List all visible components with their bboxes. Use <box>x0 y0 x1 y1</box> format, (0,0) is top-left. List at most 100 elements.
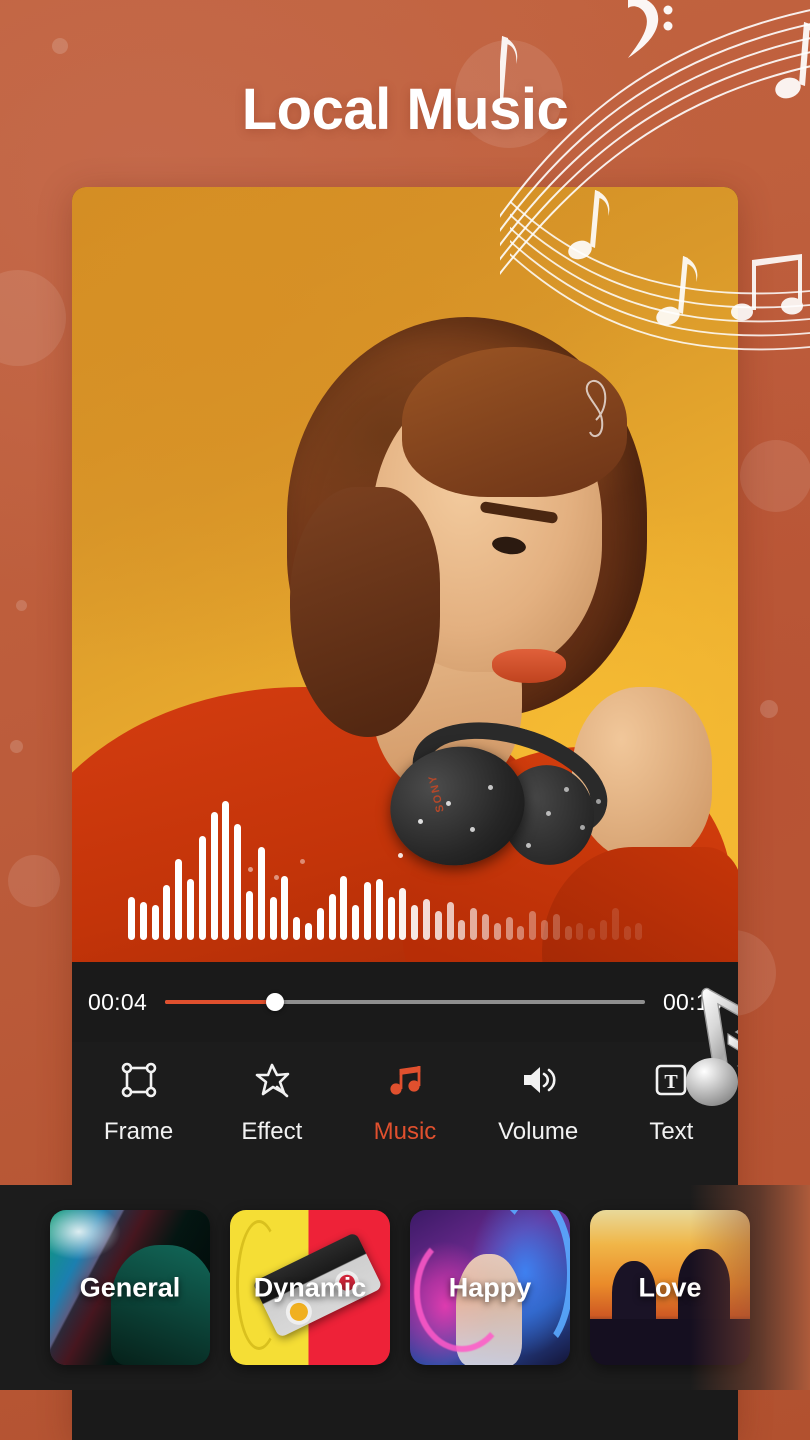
waveform-bar <box>529 911 537 940</box>
waveform-bar <box>210 812 218 940</box>
waveform-bar <box>364 882 371 940</box>
waveform-bar <box>564 925 572 940</box>
waveform-sparkle-dot <box>470 827 475 832</box>
bokeh-circle-icon <box>0 270 66 366</box>
waveform-sparkle-dot <box>398 853 403 858</box>
waveform-sparkle-dot <box>580 825 585 830</box>
waveform-sparkle-dot <box>546 811 551 816</box>
waveform-bar <box>552 913 560 940</box>
bokeh-circle-icon <box>8 855 60 907</box>
waveform-sparkle-dot <box>248 867 253 872</box>
waveform-bar <box>446 902 454 940</box>
tool-volume-label: Volume <box>498 1118 579 1145</box>
waveform-bar <box>611 908 619 940</box>
app-bottom-filler <box>72 1390 738 1440</box>
tool-frame[interactable]: Frame <box>80 1060 198 1146</box>
category-card-happy[interactable]: Happy <box>410 1210 570 1365</box>
player-progress-bar: 00:04 00:18 <box>72 962 738 1042</box>
waveform-sparkle-dot <box>274 875 279 880</box>
tool-effect-label: Effect <box>241 1118 303 1145</box>
waveform-bar <box>139 902 147 940</box>
category-card-dynamic[interactable]: Dynamic <box>230 1210 390 1365</box>
waveform-sparkle-dot <box>596 799 601 804</box>
waveform-sparkle-dot <box>418 819 423 824</box>
waveform-bar <box>600 919 607 940</box>
waveform-bar <box>623 925 631 940</box>
waveform-bar <box>375 879 383 940</box>
bokeh-circle-icon <box>760 700 778 718</box>
waveform-bar <box>470 908 478 940</box>
audio-waveform-visualizer <box>128 780 648 940</box>
waveform-bar <box>269 896 277 940</box>
editor-toolbar: Frame Effect Music Volume T Text <box>72 1042 738 1187</box>
magic-wand-icon <box>253 1060 291 1100</box>
frame-icon <box>120 1060 158 1100</box>
category-label: Love <box>638 1272 702 1302</box>
tool-volume[interactable]: Volume <box>479 1060 597 1146</box>
seek-slider[interactable] <box>165 991 645 1013</box>
waveform-sparkle-dot <box>564 787 569 792</box>
waveform-bar <box>352 905 360 940</box>
waveform-bar <box>246 890 253 940</box>
tool-effect[interactable]: Effect <box>213 1060 331 1146</box>
waveform-bar <box>482 913 489 940</box>
category-card-general[interactable]: General <box>50 1210 210 1365</box>
waveform-sparkle-dot <box>488 785 493 790</box>
waveform-bar <box>434 911 442 940</box>
waveform-bar <box>458 919 466 940</box>
current-time-label: 00:04 <box>88 988 148 1015</box>
waveform-bar <box>198 835 206 940</box>
waveform-bar <box>505 916 513 940</box>
waveform-bar <box>175 858 183 940</box>
waveform-bar <box>257 847 265 940</box>
music-category-carousel[interactable]: General Dynamic Happy Love <box>0 1185 810 1390</box>
bokeh-circle-icon <box>52 38 68 54</box>
bokeh-circle-icon <box>16 600 27 611</box>
waveform-bar <box>576 922 584 940</box>
waveform-bar <box>635 922 643 940</box>
video-preview[interactable]: SONY <box>72 187 738 962</box>
slider-thumb-icon[interactable] <box>266 993 285 1011</box>
waveform-bar <box>493 922 501 940</box>
preview-hair-side <box>290 487 440 737</box>
waveform-sparkle-dot <box>446 801 451 806</box>
waveform-bar <box>316 908 324 940</box>
waveform-bar <box>305 922 312 940</box>
waveform-bar <box>588 928 596 940</box>
tool-music-label: Music <box>373 1118 437 1145</box>
speaker-volume-icon <box>519 1060 557 1100</box>
waveform-bar <box>411 905 419 940</box>
category-label: Happy <box>448 1272 532 1302</box>
seek-fill <box>165 1000 276 1004</box>
category-label: General <box>79 1272 181 1302</box>
waveform-bar <box>328 893 336 940</box>
tool-frame-label: Frame <box>103 1118 174 1145</box>
waveform-bar <box>222 800 230 940</box>
svg-text:T: T <box>665 1071 679 1093</box>
waveform-bar <box>128 896 135 940</box>
3d-music-note-icon <box>686 987 738 1106</box>
page-title: Local Music <box>241 77 569 142</box>
tool-music[interactable]: Music <box>346 1060 464 1146</box>
waveform-bar <box>151 905 159 940</box>
waveform-bar <box>423 899 430 940</box>
waveform-bar <box>163 884 171 940</box>
waveform-bar <box>517 925 525 940</box>
waveform-bar <box>187 879 194 940</box>
waveform-bar <box>399 887 407 940</box>
waveform-bar <box>340 876 348 940</box>
category-card-love[interactable]: Love <box>590 1210 750 1365</box>
waveform-bar <box>281 876 289 940</box>
waveform-sparkle-dot <box>526 843 531 848</box>
preview-hair-front <box>402 347 627 497</box>
tool-text-label: Text <box>649 1118 694 1145</box>
waveform-sparkle-dot <box>300 859 305 864</box>
waveform-bar <box>387 896 395 940</box>
waveform-bar <box>541 919 548 940</box>
waveform-bar <box>293 916 301 940</box>
bokeh-circle-icon <box>10 740 23 753</box>
waveform-bar <box>234 824 242 940</box>
music-note-icon <box>386 1060 424 1100</box>
preview-lips <box>492 649 566 683</box>
category-label: Dynamic <box>253 1272 367 1302</box>
